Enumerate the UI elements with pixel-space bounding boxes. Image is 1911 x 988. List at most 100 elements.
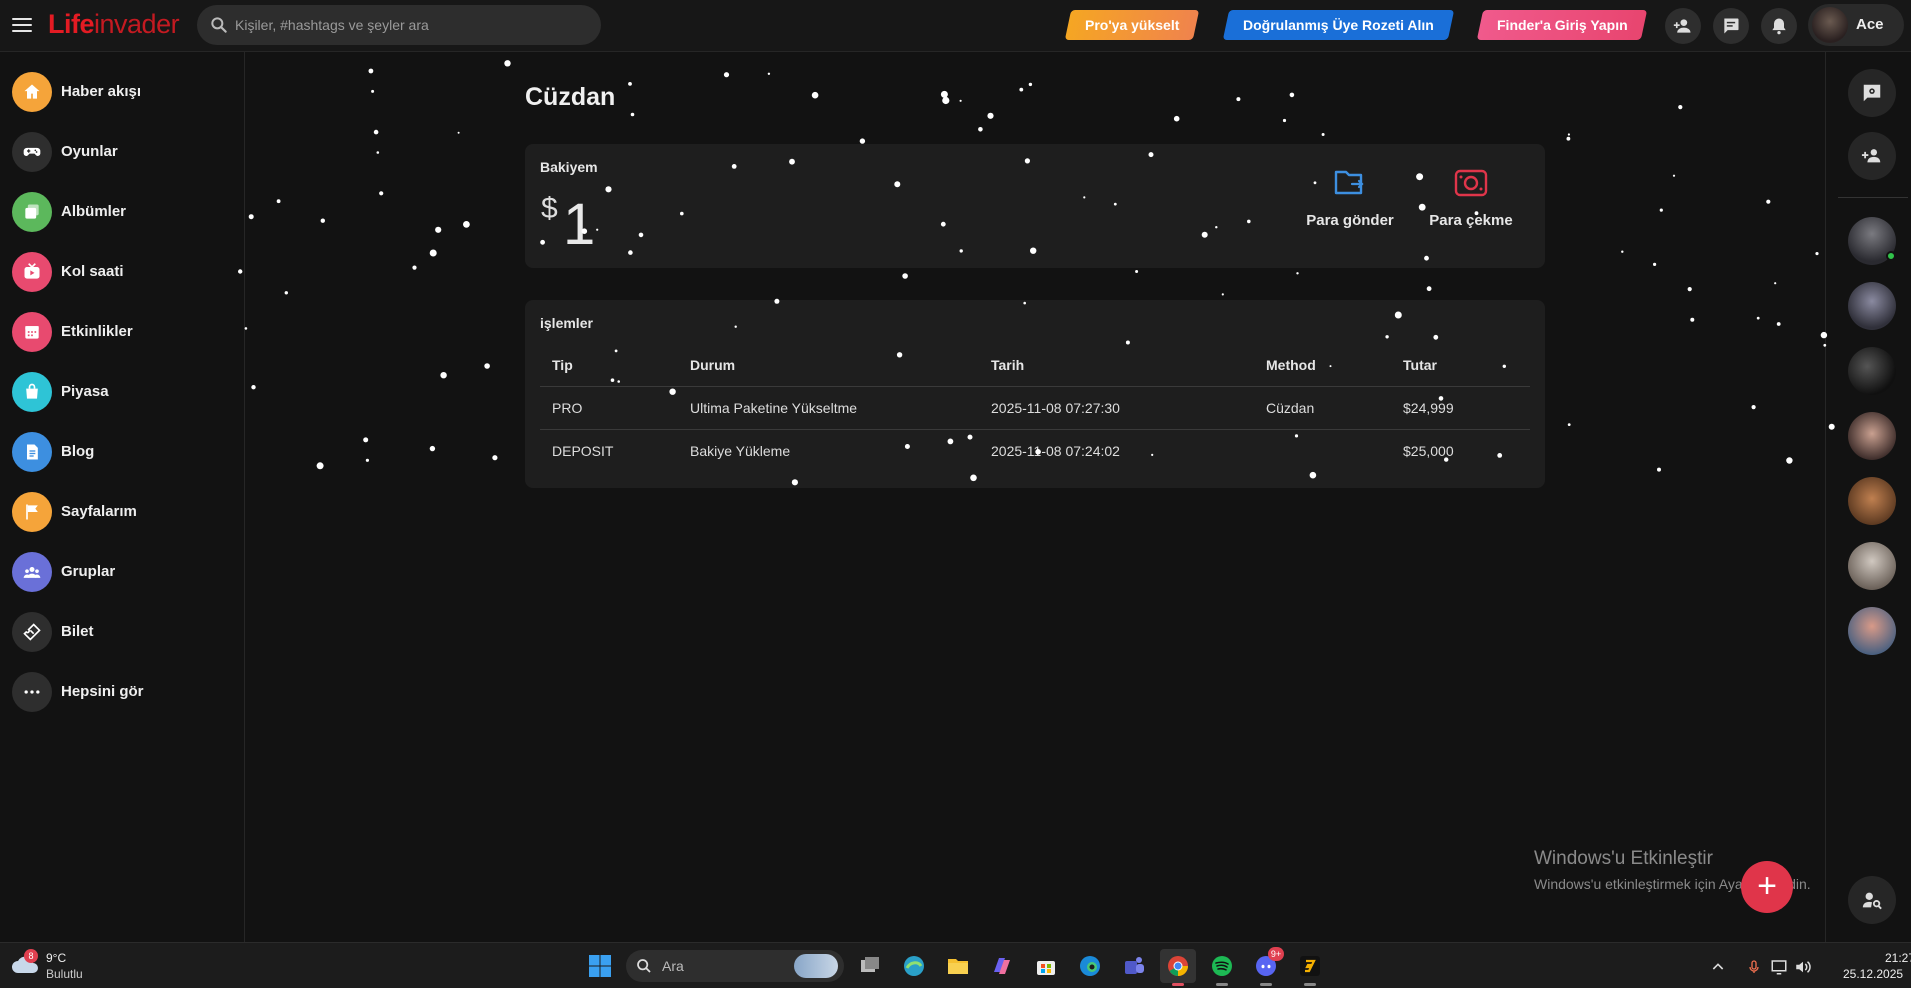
- volume-icon[interactable]: [1794, 958, 1812, 976]
- sidebar-item-my-pages[interactable]: Sayfalarım: [8, 488, 236, 536]
- game-launcher-icon: [1300, 956, 1320, 976]
- notifications-button[interactable]: [1761, 8, 1797, 44]
- edge-icon: [1080, 956, 1100, 976]
- add-friend-icon: [1861, 149, 1881, 163]
- user-menu[interactable]: Ace: [1808, 4, 1904, 46]
- weather-description: Bulutlu: [46, 967, 83, 981]
- albums-icon: [12, 192, 52, 232]
- task-view-button[interactable]: [852, 949, 888, 983]
- user-search-icon: [1862, 892, 1882, 910]
- sidebar-item-label: Albümler: [61, 203, 127, 220]
- taskbar-search[interactable]: Ara: [626, 950, 844, 982]
- snowflake: [276, 199, 281, 204]
- send-money-button[interactable]: Para gönder: [1295, 166, 1405, 246]
- chat-settings-button[interactable]: [1848, 69, 1896, 117]
- spotify-icon: [1212, 956, 1232, 976]
- sidebar-item-label: Hepsini gör: [61, 683, 144, 700]
- cell-amount: $24,999: [1391, 386, 1530, 430]
- snowflake: [1567, 133, 1570, 136]
- sidebar-item-albums[interactable]: Albümler: [8, 188, 236, 236]
- cell-method: Cüzdan: [1254, 386, 1391, 430]
- taskbar-app-store[interactable]: [1028, 949, 1064, 983]
- hamburger-menu-icon[interactable]: [10, 14, 34, 38]
- task-view-icon: [861, 957, 879, 972]
- sidebar-item-label: Sayfalarım: [61, 503, 137, 520]
- snowflake: [1751, 405, 1756, 410]
- snowflake: [365, 458, 369, 462]
- logo-text-invader: invader: [94, 9, 180, 39]
- market-icon: [12, 372, 52, 412]
- clock-time[interactable]: 21:27: [1865, 951, 1911, 965]
- sidebar-item-games[interactable]: Oyunlar: [8, 128, 236, 176]
- taskbar-app-file-explorer[interactable]: [940, 949, 976, 983]
- copilot-icon: [994, 958, 1010, 974]
- cell-date: 2025-11-08 07:27:30: [979, 386, 1254, 430]
- contact-avatar[interactable]: [1848, 347, 1896, 395]
- search-icon: [637, 959, 651, 973]
- more-icon: [12, 672, 52, 712]
- messages-button[interactable]: [1713, 8, 1749, 44]
- contact-avatar[interactable]: [1848, 477, 1896, 525]
- sidebar-item-ticket[interactable]: Bilet: [8, 608, 236, 656]
- withdraw-button[interactable]: Para çekme: [1416, 166, 1526, 246]
- verified-badge-button[interactable]: Doğrulanmış Üye Rozeti Alın: [1222, 10, 1455, 40]
- system-tray: 21:27 25.12.2025: [1710, 949, 1911, 985]
- add-friend-button[interactable]: [1848, 132, 1896, 180]
- sidebar-item-see-all[interactable]: Hepsini gör: [8, 668, 236, 716]
- finder-login-button[interactable]: Finder'a Giriş Yapın: [1476, 10, 1648, 40]
- contact-avatar[interactable]: [1848, 607, 1896, 655]
- friend-requests-button[interactable]: [1665, 8, 1701, 44]
- snowflake: [379, 191, 384, 196]
- contact-avatar[interactable]: [1848, 217, 1896, 265]
- chat-settings-icon: [1863, 84, 1881, 102]
- start-button[interactable]: [582, 949, 618, 983]
- balance-amount: 1: [563, 192, 596, 257]
- logo[interactable]: Lifeinvader: [48, 9, 180, 40]
- taskbar-app-discord[interactable]: 9+: [1248, 947, 1284, 986]
- snowflake: [1289, 92, 1295, 98]
- taskbar-app-copilot[interactable]: [984, 949, 1020, 983]
- page-title: Cüzdan: [525, 83, 616, 111]
- sidebar-item-watch[interactable]: Kol saati: [8, 248, 236, 296]
- search-input[interactable]: [235, 5, 585, 45]
- taskbar-app-teams[interactable]: [1116, 949, 1152, 983]
- contact-avatar[interactable]: [1848, 542, 1896, 590]
- contact-avatar[interactable]: [1848, 412, 1896, 460]
- pro-upgrade-button[interactable]: Pro'ya yükselt: [1064, 10, 1200, 40]
- taskbar-app-spotify[interactable]: [1204, 949, 1240, 986]
- microphone-icon[interactable]: [1746, 958, 1762, 976]
- snowflake: [723, 72, 730, 78]
- network-icon[interactable]: [1770, 958, 1788, 976]
- contact-avatar[interactable]: [1848, 282, 1896, 330]
- snowflake: [412, 265, 417, 270]
- sidebar-item-market[interactable]: Piyasa: [8, 368, 236, 416]
- taskbar-app-fivem[interactable]: [1292, 949, 1328, 986]
- sidebar-item-groups[interactable]: Gruplar: [8, 548, 236, 596]
- snowflake: [1135, 270, 1139, 273]
- currency-symbol: $: [541, 192, 558, 225]
- taskbar-app-copilot-web[interactable]: [896, 949, 932, 983]
- create-post-button[interactable]: +: [1741, 861, 1793, 913]
- cell-date: 2025-11-08 07:24:02: [991, 442, 1120, 459]
- sidebar-item-label: Piyasa: [61, 383, 109, 400]
- snowflake: [1815, 252, 1819, 256]
- taskbar-app-edge[interactable]: [1072, 949, 1108, 983]
- username-label: Ace: [1856, 16, 1884, 33]
- taskbar-app-chrome[interactable]: [1160, 949, 1196, 986]
- sidebar-item-news-feed[interactable]: Haber akışı: [8, 68, 236, 116]
- left-sidebar: Haber akışı Oyunlar Albümler Kol saati E…: [0, 52, 245, 942]
- find-user-button[interactable]: [1848, 876, 1896, 924]
- chevron-up-icon[interactable]: [1710, 959, 1726, 975]
- weather-badge: 8: [24, 949, 38, 963]
- withdraw-label: Para çekme: [1429, 212, 1513, 229]
- snowflake: [987, 112, 994, 119]
- weather-widget[interactable]: 8 9°C Bulutlu: [10, 949, 110, 983]
- clock-date[interactable]: 25.12.2025: [1843, 967, 1903, 981]
- ticket-icon: [12, 612, 52, 652]
- sidebar-item-label: Oyunlar: [61, 143, 118, 160]
- sidebar-item-blog[interactable]: Blog: [8, 428, 236, 476]
- groups-icon: [12, 552, 52, 592]
- sidebar-item-events[interactable]: Etkinlikler: [8, 308, 236, 356]
- snowflake: [457, 131, 460, 134]
- verified-badge-label: Doğrulanmış Üye Rozeti Alın: [1243, 17, 1434, 33]
